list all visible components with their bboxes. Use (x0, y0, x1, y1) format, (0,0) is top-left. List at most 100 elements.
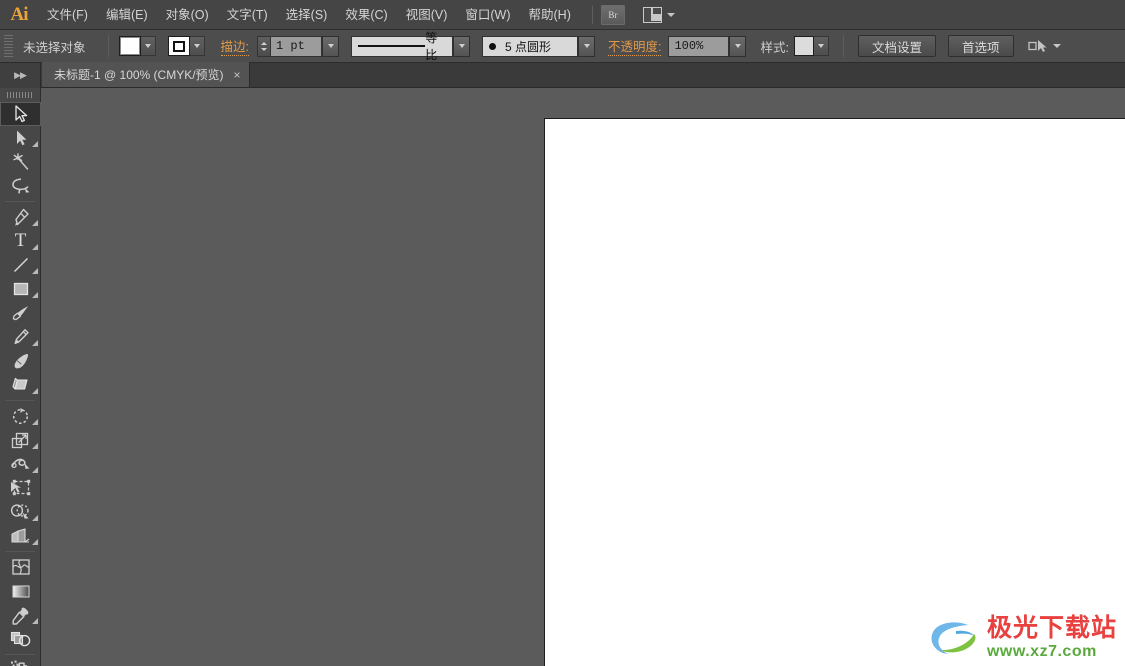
tool-shape-builder[interactable] (0, 500, 41, 524)
menu-view[interactable]: 视图(V) (397, 0, 457, 30)
eraser-icon (11, 377, 28, 390)
tool-gradient[interactable] (0, 579, 41, 603)
stroke-profile-select[interactable]: 等比 (351, 31, 453, 62)
chevron-down-icon (327, 44, 334, 48)
tool-selection[interactable] (0, 102, 41, 126)
stepper-up-icon (261, 41, 267, 45)
brush-definition-dropdown-button[interactable] (578, 35, 595, 57)
control-bar: 未选择对象 描边: 1 pt 等比 5 点圆形 不透明度: 100% 样式: 文… (0, 30, 1125, 63)
stroke-swatch[interactable] (167, 36, 190, 56)
tool-lasso[interactable] (0, 174, 41, 198)
menu-object[interactable]: 对象(O) (157, 0, 218, 30)
tool-type[interactable]: T (0, 229, 41, 253)
brush-definition-select[interactable]: 5 点圆形 (482, 35, 578, 57)
tool-width[interactable] (0, 452, 41, 476)
tool-pen[interactable] (0, 205, 41, 229)
menu-type[interactable]: 文字(T) (218, 0, 277, 30)
tool-rectangle[interactable] (0, 277, 41, 301)
tool-scale[interactable] (0, 428, 41, 452)
control-bar-grip[interactable] (4, 35, 13, 57)
control-divider-2 (842, 35, 844, 57)
illustrator-window: Ai 文件(F) 编辑(E) 对象(O) 文字(T) 选择(S) 效果(C) 视… (0, 0, 1125, 666)
stroke-weight-stepper[interactable] (257, 35, 270, 57)
stroke-profile-dropdown-button[interactable] (453, 35, 470, 57)
tool-blob-brush[interactable] (0, 349, 41, 373)
arrange-documents-button[interactable] (642, 6, 675, 23)
opacity-dropdown-button[interactable] (729, 35, 747, 57)
brush-definition-value: 5 点圆形 (505, 39, 552, 54)
tool-symbol-sprayer[interactable] (0, 658, 41, 666)
tool-paintbrush[interactable] (0, 301, 41, 325)
stroke-weight-control[interactable]: 1 pt (257, 35, 339, 57)
stroke-color-control[interactable] (167, 36, 205, 56)
opacity-label-link[interactable]: 不透明度: (608, 36, 662, 56)
selection-status-label: 未选择对象 (23, 40, 86, 55)
pencil-icon (14, 328, 29, 344)
opacity-control[interactable]: 100% (668, 35, 747, 57)
tools-panel-grip[interactable] (0, 88, 40, 102)
tool-flyout-indicator (32, 268, 38, 274)
toolbar-divider-4 (5, 654, 35, 655)
line-segment-icon (13, 257, 28, 273)
opacity-input[interactable]: 100% (668, 35, 730, 57)
canvas-workspace[interactable] (41, 88, 1125, 666)
arrange-documents-icon (642, 6, 662, 23)
tool-perspective-grid[interactable] (0, 524, 41, 548)
fill-dropdown-button[interactable] (140, 36, 156, 56)
rectangle-icon (13, 282, 28, 296)
toolbar-divider-1 (5, 201, 35, 202)
select-similar-control[interactable] (1027, 39, 1061, 54)
fill-swatch[interactable] (118, 36, 141, 56)
stepper-down-icon (261, 47, 267, 51)
tool-blend[interactable] (0, 627, 41, 651)
menu-edit[interactable]: 编辑(E) (97, 0, 157, 30)
graphic-style-control[interactable] (793, 36, 829, 56)
tool-pencil[interactable] (0, 325, 41, 349)
menu-select[interactable]: 选择(S) (277, 0, 337, 30)
pen-icon (14, 208, 29, 226)
fill-color-control[interactable] (118, 36, 156, 56)
graphic-style-swatch[interactable] (793, 36, 814, 56)
blend-icon (10, 631, 31, 647)
tool-rotate[interactable] (0, 404, 41, 428)
preferences-button[interactable]: 首选项 (947, 35, 1014, 57)
tool-flyout-indicator (32, 292, 38, 298)
stroke-weight-input[interactable]: 1 pt (270, 35, 322, 57)
graphic-style-dropdown-button[interactable] (813, 36, 829, 56)
tool-flyout-indicator (32, 141, 38, 147)
chevron-down-icon (666, 12, 675, 17)
menu-file[interactable]: 文件(F) (38, 0, 97, 30)
tool-flyout-indicator (32, 467, 38, 473)
menu-effect[interactable]: 效果(C) (336, 0, 396, 30)
menu-window[interactable]: 窗口(W) (456, 0, 519, 30)
select-similar-icon (1027, 39, 1046, 52)
tool-line-segment[interactable] (0, 253, 41, 277)
symbol-sprayer-icon (11, 660, 28, 666)
tool-eyedropper[interactable] (0, 603, 41, 627)
artboard[interactable] (544, 118, 1125, 666)
document-setup-button[interactable]: 文档设置 (857, 35, 936, 57)
tool-mesh[interactable] (0, 555, 41, 579)
selection-arrow-icon (14, 105, 27, 123)
stroke-dropdown-button[interactable] (189, 36, 205, 56)
tool-flyout-indicator (32, 515, 38, 521)
app-logo-icon: Ai (10, 3, 29, 25)
tool-free-transform[interactable] (0, 476, 41, 500)
chevron-down-icon (144, 44, 151, 48)
chevron-down-icon (458, 44, 465, 48)
close-icon[interactable]: × (234, 69, 241, 81)
stroke-label-link[interactable]: 描边: (220, 36, 249, 56)
chevron-down-icon (817, 44, 824, 48)
tool-direct-selection[interactable] (0, 126, 41, 150)
stroke-profile-control[interactable]: 等比 (351, 31, 470, 62)
brush-definition-control[interactable]: 5 点圆形 (482, 35, 595, 57)
stroke-weight-dropdown-button[interactable] (322, 35, 339, 57)
tool-eraser[interactable] (0, 373, 41, 397)
menu-help[interactable]: 帮助(H) (520, 0, 580, 30)
panel-collapse-button[interactable]: ▶▶ (0, 63, 41, 88)
bridge-icon[interactable]: Br (600, 4, 625, 25)
shape-builder-icon (10, 504, 29, 519)
toolbar-divider-2 (5, 400, 35, 401)
document-tab[interactable]: 未标题-1 @ 100% (CMYK/预览) × (42, 62, 250, 87)
tool-magic-wand[interactable] (0, 150, 41, 174)
